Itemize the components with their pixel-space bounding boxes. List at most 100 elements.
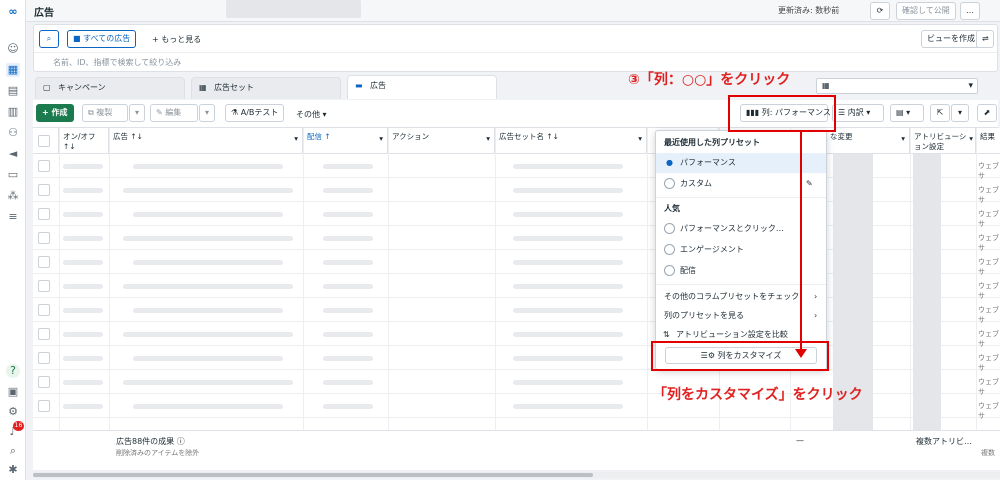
search-input[interactable]: 名前、ID、指標で検索して絞り込み bbox=[53, 57, 181, 68]
annotation-step3: ③「列：○○」をクリック bbox=[628, 72, 791, 88]
row-cell bbox=[63, 332, 103, 337]
folder-icon: ■ bbox=[73, 34, 84, 43]
chevron-down-icon[interactable]: ▾ bbox=[294, 134, 298, 144]
people-icon[interactable]: ⚇ bbox=[6, 126, 20, 140]
row-cell bbox=[323, 212, 373, 217]
chevron-down-icon[interactable]: ▾ bbox=[969, 134, 973, 144]
breakdown-button[interactable]: ☰ 内訳 ▾ bbox=[832, 104, 884, 122]
column-header-delivery[interactable]: 配信 ↑ ▾ bbox=[303, 128, 388, 154]
tab-ads[interactable]: ▬ 広告 bbox=[347, 75, 497, 99]
chevron-right-icon: › bbox=[814, 311, 818, 320]
edit-menu-button[interactable]: ▾ bbox=[199, 104, 215, 122]
account-selector[interactable] bbox=[226, 0, 361, 18]
row-cell bbox=[513, 236, 623, 241]
table-icon[interactable]: ▥ bbox=[6, 105, 20, 119]
chevron-down-icon[interactable]: ▾ bbox=[379, 134, 383, 144]
column-header-result[interactable]: 結果 bbox=[976, 128, 1000, 154]
grid-icon: ▦ bbox=[199, 83, 207, 92]
row-checkbox[interactable] bbox=[38, 208, 50, 220]
row-cell bbox=[63, 284, 103, 289]
row-checkbox[interactable] bbox=[38, 400, 50, 412]
chart-icon[interactable]: ⬈ bbox=[977, 104, 997, 122]
search-button[interactable]: ⌕ bbox=[39, 30, 59, 48]
info-icon[interactable]: ⓘ bbox=[177, 437, 185, 446]
column-header-ad[interactable]: 広告 ↑↓ ▾ bbox=[109, 128, 303, 154]
row-cell bbox=[323, 308, 373, 313]
card-icon[interactable]: ▭ bbox=[6, 168, 20, 182]
row-checkbox[interactable] bbox=[38, 232, 50, 244]
megaphone-icon[interactable]: ◄ bbox=[6, 147, 20, 161]
ab-test-button[interactable]: ⚗ A/Bテスト bbox=[225, 104, 285, 122]
row-cell bbox=[513, 212, 623, 217]
more-button[interactable]: … bbox=[960, 2, 980, 20]
meta-logo-icon[interactable]: ∞ bbox=[6, 5, 20, 19]
calendar-icon: ▦ bbox=[822, 81, 830, 90]
search-icon[interactable]: ⌕ bbox=[6, 444, 20, 458]
row-checkbox[interactable] bbox=[38, 352, 50, 364]
column-header-adset-name[interactable]: 広告セット名 ↑↓ ▾ bbox=[495, 128, 647, 154]
row-cell bbox=[133, 164, 283, 169]
row-checkbox[interactable] bbox=[38, 184, 50, 196]
gear-icon[interactable]: ⚙ bbox=[6, 405, 20, 419]
more-filters-link[interactable]: + もっと見る bbox=[152, 34, 201, 45]
column-divider bbox=[109, 128, 110, 458]
sliders-icon[interactable]: ⇌ bbox=[976, 30, 994, 48]
more-actions-button[interactable]: その他 ▾ bbox=[296, 109, 327, 120]
row-checkbox[interactable] bbox=[38, 280, 50, 292]
ad-icon: ▬ bbox=[355, 81, 363, 90]
radio-icon bbox=[664, 244, 675, 255]
edit-button[interactable]: ✎ 編集 bbox=[150, 104, 198, 122]
page-title: 広告 bbox=[34, 8, 54, 19]
bug-icon[interactable]: ✱ bbox=[6, 463, 20, 477]
folder-icon: ▢ bbox=[43, 83, 51, 92]
row-checkbox[interactable] bbox=[38, 328, 50, 340]
report-icon[interactable]: ▣ bbox=[6, 385, 20, 399]
publish-button[interactable]: 確認して公開 bbox=[896, 2, 956, 20]
row-cell bbox=[123, 188, 293, 193]
row-checkbox[interactable] bbox=[38, 304, 50, 316]
left-nav: ∞ ☺ ▦ ▤ ▥ ⚇ ◄ ▭ ⁂ ≡ ? ▣ ⚙ ♪ 16 ⌕ ✱ bbox=[0, 0, 26, 480]
refresh-button[interactable]: ⟳ bbox=[870, 2, 890, 20]
horizontal-scrollbar[interactable] bbox=[33, 472, 1000, 478]
duplicate-menu-button[interactable]: ▾ bbox=[129, 104, 145, 122]
summary-attribution: 複数アトリビ… bbox=[916, 437, 972, 446]
chevron-down-icon[interactable]: ▾ bbox=[486, 134, 490, 144]
export-menu-button[interactable]: ▾ bbox=[951, 104, 969, 122]
column-header-attribution[interactable]: アトリビューション設定 ▾ bbox=[910, 128, 976, 154]
select-all-checkbox[interactable] bbox=[38, 135, 50, 147]
nodes-icon[interactable]: ⁂ bbox=[6, 189, 20, 203]
column-divider bbox=[59, 128, 60, 458]
blurred-column bbox=[913, 154, 941, 430]
scrollbar-thumb[interactable] bbox=[33, 473, 593, 477]
reports-button[interactable]: ▤ ▾ bbox=[890, 104, 924, 122]
create-view-button[interactable]: ビューを作成 bbox=[921, 30, 981, 48]
row-cell bbox=[63, 308, 103, 313]
row-checkbox[interactable] bbox=[38, 376, 50, 388]
create-button[interactable]: + 作成 bbox=[36, 104, 74, 122]
summary-dash: — bbox=[796, 436, 804, 445]
row-checkbox[interactable] bbox=[38, 256, 50, 268]
help-icon[interactable]: ? bbox=[6, 364, 20, 378]
pencil-icon[interactable]: ✎ bbox=[806, 174, 813, 194]
column-header-action[interactable]: アクション ▾ bbox=[388, 128, 495, 154]
row-cell bbox=[513, 404, 623, 409]
tab-adset[interactable]: ▦ 広告セット bbox=[191, 77, 341, 99]
export-icon[interactable]: ⇱ bbox=[930, 104, 950, 122]
column-divider bbox=[388, 128, 389, 458]
chevron-down-icon[interactable]: ▾ bbox=[638, 134, 642, 144]
chevron-down-icon[interactable]: ▾ bbox=[901, 134, 905, 144]
menu-icon[interactable]: ≡ bbox=[6, 210, 20, 224]
column-divider bbox=[976, 128, 977, 458]
notification-badge: 16 bbox=[13, 421, 24, 431]
column-header-toggle[interactable]: オン/オフ ↑↓ bbox=[59, 128, 109, 154]
row-checkbox[interactable] bbox=[38, 160, 50, 172]
column-divider bbox=[647, 128, 648, 458]
smiley-icon[interactable]: ☺ bbox=[6, 42, 20, 56]
row-cell bbox=[63, 380, 103, 385]
duplicate-button[interactable]: ⧉ 複製 bbox=[82, 104, 128, 122]
pages-icon[interactable]: ▤ bbox=[6, 84, 20, 98]
tab-campaign[interactable]: ▢ キャンペーン bbox=[35, 77, 185, 99]
all-ads-button[interactable]: ■ すべての広告 bbox=[67, 30, 137, 48]
grid-icon[interactable]: ▦ bbox=[6, 63, 20, 77]
date-range-picker[interactable]: ▦ ▾ bbox=[816, 78, 978, 94]
